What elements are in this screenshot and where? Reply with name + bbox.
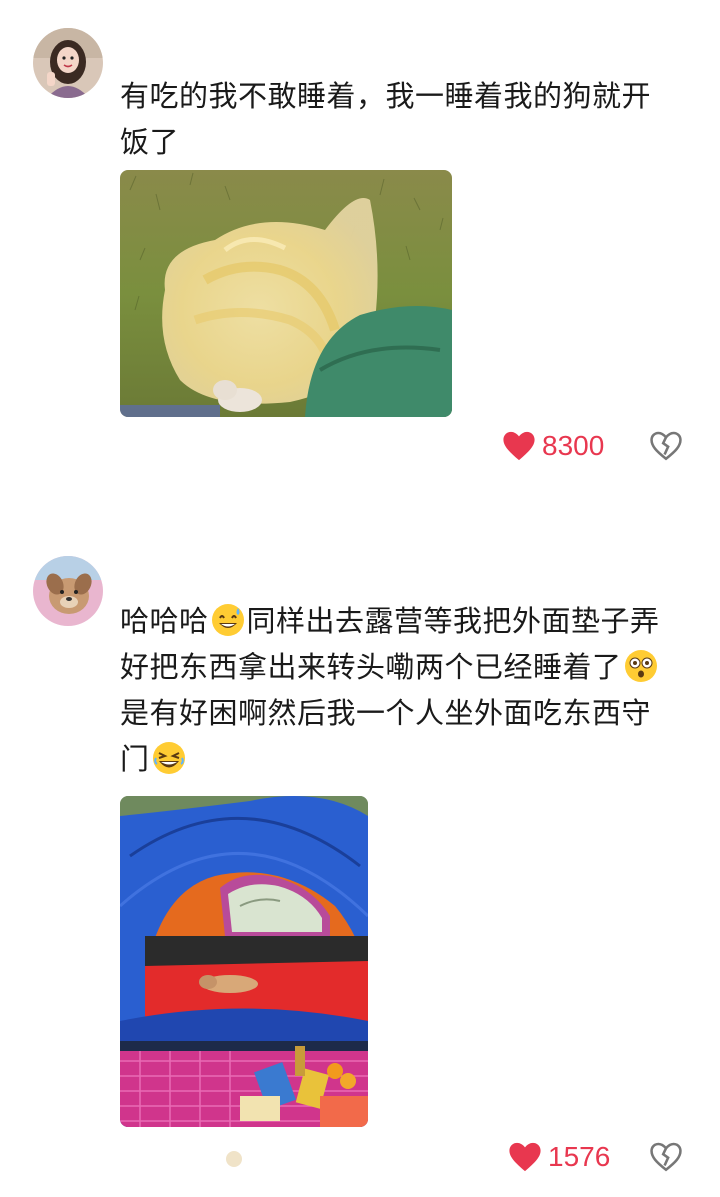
broken-heart-icon [650, 1142, 682, 1172]
like-count: 1576 [548, 1141, 611, 1172]
laughing-emoji-icon [152, 742, 185, 774]
heart-icon [509, 1142, 541, 1172]
comment-text-segment: 同样出去露营等我把外面垫子弄 [246, 604, 660, 638]
comment-line: 有吃的我不敢睡着，我一睡着我的狗就开 [120, 79, 652, 113]
comment-line: 哈哈哈 同样出去露营等我把外面垫子弄 [120, 598, 680, 644]
tent-with-sleeping-dog-photo-icon [120, 796, 368, 1127]
avatar[interactable] [33, 556, 103, 626]
like-button[interactable]: 1576 [508, 1141, 610, 1173]
comment-photo[interactable] [120, 170, 452, 417]
comment-line: 门 [120, 736, 680, 782]
comment-line: 饭了 [120, 125, 180, 159]
avatar[interactable] [33, 28, 103, 98]
flushed-emoji-icon [624, 650, 657, 682]
grinning-sweat-emoji-icon [211, 604, 244, 636]
broken-heart-icon [650, 431, 682, 461]
comment-text-segment: 好把东西拿出来转头嘞两个已经睡着了 [120, 650, 622, 684]
comment-line: 是有好困啊然后我一个人坐外面吃东西守 [120, 696, 652, 730]
comment-text-segment: 门 [120, 742, 150, 776]
comment-line: 好把东西拿出来转头嘞两个已经睡着了 [120, 644, 680, 690]
plastic-bag-on-grass-photo-icon [120, 170, 452, 417]
comment-text-segment: 哈哈哈 [120, 604, 209, 638]
comment-text: 哈哈哈 同样出去露营等我把外面垫子弄 好把东西拿出来转头嘞两个已经睡着了 是有好… [120, 598, 680, 782]
dislike-button[interactable] [649, 1141, 683, 1175]
girl-avatar-icon [33, 28, 103, 98]
like-count: 8300 [542, 430, 605, 461]
loading-dot-icon [226, 1151, 242, 1167]
comment-photo[interactable] [120, 796, 368, 1127]
dog-avatar-icon [33, 556, 103, 626]
comment-text: 有吃的我不敢睡着，我一睡着我的狗就开 饭了 [120, 73, 680, 165]
like-button[interactable]: 8300 [502, 430, 604, 462]
heart-icon [503, 431, 535, 461]
dislike-button[interactable] [649, 430, 683, 464]
